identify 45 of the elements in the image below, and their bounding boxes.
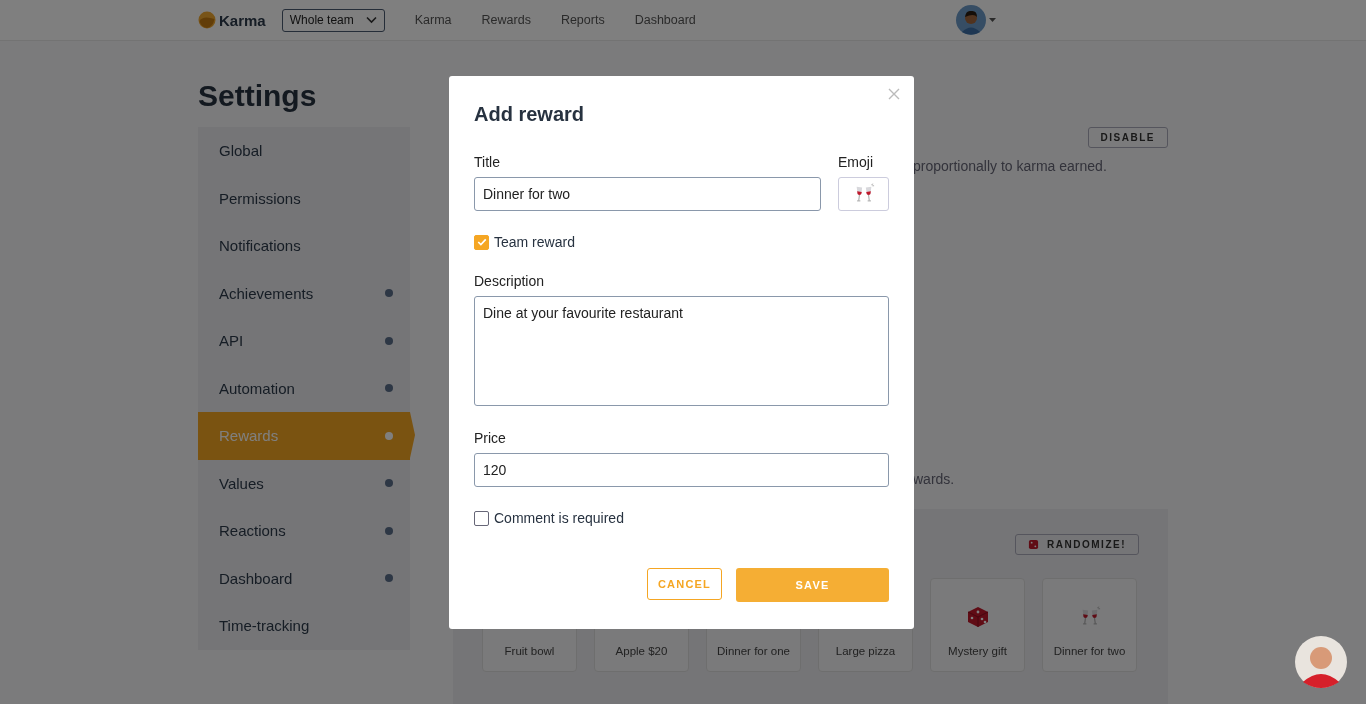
team-select[interactable]: Whole team: [281, 8, 385, 32]
sidebar-item[interactable]: Reactions: [198, 507, 410, 555]
description-text: wards.: [913, 471, 956, 487]
chat-avatar[interactable]: [1295, 636, 1347, 688]
caret-icon[interactable]: [989, 17, 996, 23]
sidebar-item[interactable]: Automation: [198, 364, 410, 412]
user-avatar[interactable]: [956, 5, 986, 35]
disable-button[interactable]: DISABLE: [1087, 127, 1168, 148]
sidebar-item[interactable]: API: [198, 317, 410, 365]
sidebar-item[interactable]: Time-tracking: [198, 602, 410, 650]
dice-icon: [1028, 539, 1040, 550]
chevron-down-icon: [365, 16, 377, 24]
checkbox-label: Comment is required: [494, 510, 624, 526]
emoji-picker[interactable]: [838, 177, 889, 211]
save-button[interactable]: SAVE: [736, 568, 889, 602]
field-label: Emoji: [838, 154, 874, 170]
randomize-button[interactable]: RANDOMIZE!: [1015, 534, 1139, 555]
dialog-title: Add reward: [474, 103, 586, 126]
sidebar-item[interactable]: Values: [198, 459, 410, 507]
logo-icon: [198, 11, 216, 29]
nav-link[interactable]: Reports: [560, 13, 605, 27]
sidebar-item[interactable]: Achievements: [198, 269, 410, 317]
cancel-button[interactable]: CANCEL: [647, 568, 722, 600]
field-label: Description: [474, 273, 546, 289]
sidebar-item[interactable]: Global: [198, 127, 410, 175]
nav-link[interactable]: Rewards: [481, 13, 531, 27]
nav-link[interactable]: Dashboard: [634, 13, 696, 27]
description-field[interactable]: Dine at your favourite restaurant: [474, 296, 889, 406]
checkbox[interactable]: [474, 510, 489, 526]
dice-icon: [965, 605, 990, 629]
price-field[interactable]: 120: [474, 453, 889, 487]
nav-link[interactable]: Karma: [414, 13, 452, 27]
reward-card[interactable]: Mystery gift: [930, 578, 1025, 672]
field-label: Price: [474, 430, 507, 446]
title-field[interactable]: Dinner for two: [474, 177, 821, 211]
brand-name: Karma: [219, 11, 266, 29]
field-label: Title: [474, 154, 501, 170]
page-title: Settings: [198, 79, 317, 113]
description-text: proportionally to karma earned.: [913, 158, 1108, 174]
checkbox-label: Team reward: [494, 234, 575, 250]
sidebar-item[interactable]: Dashboard: [198, 554, 410, 602]
sidebar-item[interactable]: Permissions: [198, 174, 410, 222]
checkbox[interactable]: [474, 234, 489, 250]
reward-card[interactable]: Dinner for two: [1042, 578, 1137, 672]
sidebar-item[interactable]: Notifications: [198, 222, 410, 270]
